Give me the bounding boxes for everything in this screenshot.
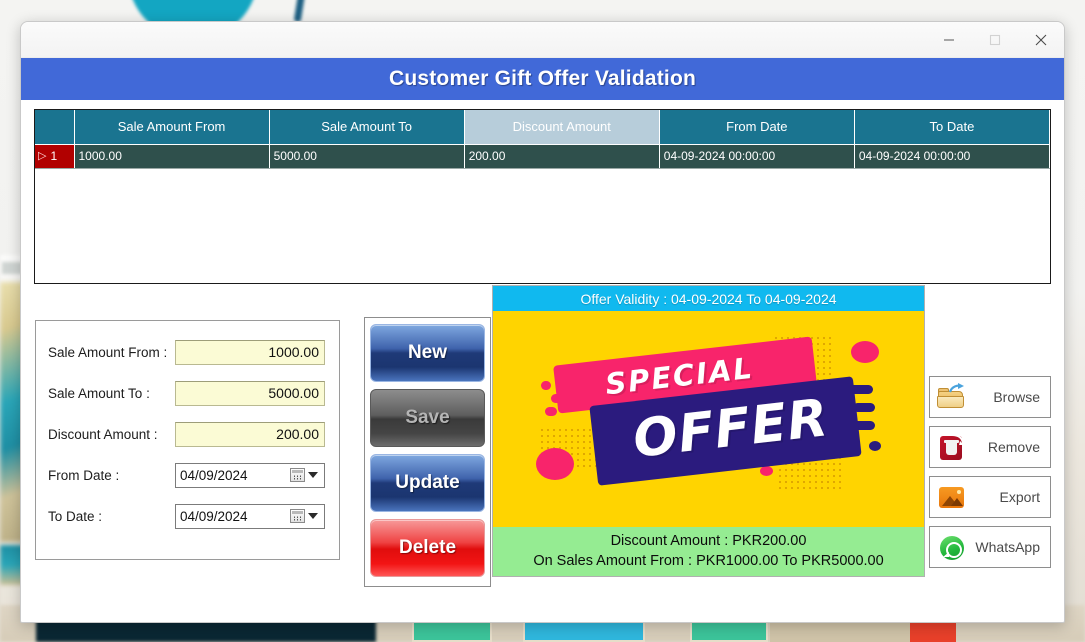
offer-range-line: On Sales Amount From : PKR1000.00 To PKR…: [533, 553, 884, 569]
sale-amount-to-input[interactable]: 5000.00: [175, 380, 325, 406]
remove-button-label: Remove: [987, 439, 1040, 455]
crud-button-panel: New Save Update Delete: [364, 317, 491, 587]
field-row-sale-amount-to: Sale Amount To : 5000.00: [48, 376, 327, 410]
background-shape-stem: [293, 0, 306, 23]
column-header-sale-amount-to[interactable]: Sale Amount To: [269, 110, 465, 145]
app-header-banner: Customer Gift Offer Validation: [21, 58, 1064, 100]
discount-amount-input[interactable]: 200.00: [175, 421, 325, 447]
from-date-picker[interactable]: 04/09/2024: [175, 462, 325, 488]
to-date-value: 04/09/2024: [180, 508, 248, 524]
chevron-down-icon[interactable]: [308, 472, 318, 478]
maximize-button[interactable]: [972, 22, 1018, 57]
label-to-date: To Date :: [48, 508, 103, 524]
cell-to-date[interactable]: 04-09-2024 00:00:00: [854, 144, 1050, 169]
label-discount-amount: Discount Amount :: [48, 426, 158, 442]
offers-table: Sale Amount From Sale Amount To Discount…: [35, 110, 1050, 169]
offers-data-grid[interactable]: Sale Amount From Sale Amount To Discount…: [34, 109, 1051, 284]
special-offer-artwork: SPECIAL OFFER: [493, 311, 924, 527]
delete-button[interactable]: Delete: [370, 519, 485, 577]
export-button[interactable]: Export: [929, 476, 1051, 518]
field-row-sale-amount-from: Sale Amount From : 1000.00: [48, 335, 327, 369]
label-sale-amount-from: Sale Amount From :: [48, 344, 168, 360]
whatsapp-button-label: WhatsApp: [975, 539, 1040, 555]
cell-discount-amount[interactable]: 200.00: [464, 144, 660, 169]
calendar-icon: [290, 509, 305, 523]
offer-preview-box[interactable]: Offer Validity : 04-09-2024 To 04-09-202…: [492, 285, 925, 577]
sale-amount-from-input[interactable]: 1000.00: [175, 339, 325, 365]
cell-sale-amount-to[interactable]: 5000.00: [269, 144, 465, 169]
label-from-date: From Date :: [48, 467, 120, 483]
picture-export-icon: [937, 483, 967, 511]
cell-sale-amount-from[interactable]: 1000.00: [74, 144, 270, 169]
save-button: Save: [370, 389, 485, 447]
chevron-down-icon[interactable]: [308, 513, 318, 519]
page-title: Customer Gift Offer Validation: [388, 67, 697, 90]
field-row-discount-amount: Discount Amount : 200.00: [48, 417, 327, 451]
remove-button[interactable]: Remove: [929, 426, 1051, 468]
minimize-button[interactable]: [926, 22, 972, 57]
to-date-picker[interactable]: 04/09/2024: [175, 503, 325, 529]
table-body: ▷ 1 1000.00 5000.00 200.00 04-09-2024 00…: [35, 144, 1050, 169]
lower-content-area: Sale Amount From : 1000.00 Sale Amount T…: [21, 284, 1064, 594]
whatsapp-icon: [937, 533, 967, 561]
browse-button[interactable]: Browse: [929, 376, 1051, 418]
column-header-to-date[interactable]: To Date: [854, 110, 1050, 145]
field-row-to-date: To Date : 04/09/2024: [48, 499, 327, 533]
table-row[interactable]: ▷ 1 1000.00 5000.00 200.00 04-09-2024 00…: [35, 144, 1050, 169]
trash-delete-icon: [937, 433, 967, 461]
close-button[interactable]: [1018, 22, 1064, 57]
column-header-discount-amount[interactable]: Discount Amount: [464, 110, 660, 145]
decor-circle-navy-small: [869, 441, 881, 451]
row-selector-icon: ▷: [38, 149, 47, 162]
decor-circle-pink-small: [760, 466, 773, 476]
offer-validity-bar: Offer Validity : 04-09-2024 To 04-09-202…: [493, 286, 924, 311]
new-button[interactable]: New: [370, 324, 485, 382]
whatsapp-button[interactable]: WhatsApp: [929, 526, 1051, 568]
column-header-rownum[interactable]: [35, 110, 75, 145]
label-sale-amount-to: Sale Amount To :: [48, 385, 150, 401]
table-header-row: Sale Amount From Sale Amount To Discount…: [35, 110, 1050, 145]
application-window: Customer Gift Offer Validation Sale Amou…: [20, 21, 1065, 623]
update-button[interactable]: Update: [370, 454, 485, 512]
folder-open-icon: [937, 383, 967, 411]
table-header: Sale Amount From Sale Amount To Discount…: [35, 110, 1050, 145]
offer-discount-line: Discount Amount : PKR200.00: [610, 533, 807, 549]
window-titlebar: [21, 22, 1064, 58]
row-header-cell[interactable]: ▷ 1: [35, 144, 75, 169]
decor-dash-pink-3: [545, 407, 557, 416]
decor-dash-pink-1: [541, 381, 551, 390]
cell-from-date[interactable]: 04-09-2024 00:00:00: [659, 144, 855, 169]
from-date-value: 04/09/2024: [180, 467, 248, 483]
column-header-sale-amount-from[interactable]: Sale Amount From: [74, 110, 270, 145]
image-action-panel: Browse Remove Export WhatsApp: [929, 376, 1051, 568]
decor-circle-pink-topright: [851, 341, 879, 363]
row-number: 1: [50, 149, 58, 163]
field-row-from-date: From Date : 04/09/2024: [48, 458, 327, 492]
column-header-from-date[interactable]: From Date: [659, 110, 855, 145]
offer-summary-footer: Discount Amount : PKR200.00 On Sales Amo…: [493, 527, 924, 576]
calendar-icon: [290, 468, 305, 482]
decor-circle-pink-bottomleft: [536, 448, 574, 480]
browse-button-label: Browse: [993, 389, 1040, 405]
offer-details-form: Sale Amount From : 1000.00 Sale Amount T…: [35, 320, 340, 560]
export-button-label: Export: [999, 489, 1040, 505]
